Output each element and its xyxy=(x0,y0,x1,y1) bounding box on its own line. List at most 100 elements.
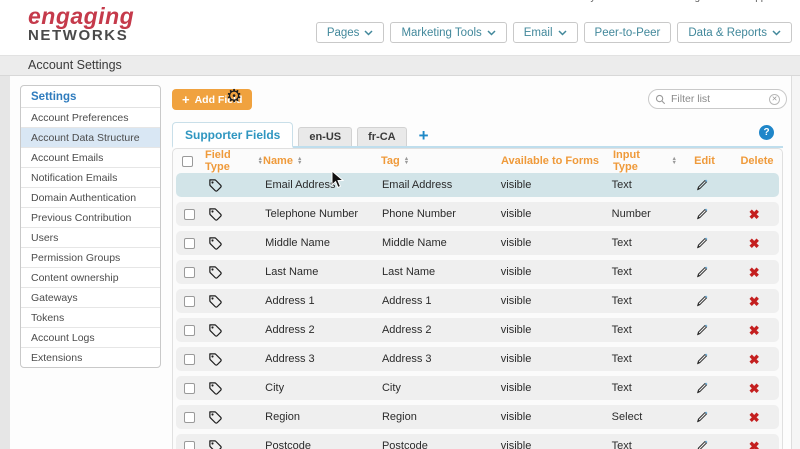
sort-icon[interactable]: ▲▼ xyxy=(404,157,409,166)
tab-fr-ca[interactable]: fr-CA xyxy=(357,127,407,146)
row-checkbox[interactable] xyxy=(184,267,195,278)
sidebar-item-account-logs[interactable]: Account Logs xyxy=(21,328,160,348)
tag-icon xyxy=(208,207,223,222)
delete-x-icon[interactable]: ✖ xyxy=(749,266,760,279)
table-row-city[interactable]: CityCityvisibleText✖ xyxy=(176,376,779,400)
table-row-address-3[interactable]: Address 3Address 3visibleText✖ xyxy=(176,347,779,371)
column-header-input-type[interactable]: Input Type▲▼ xyxy=(613,149,677,173)
logo-link[interactable]: engaging NETWORKS xyxy=(28,3,134,44)
vertical-scrollbar[interactable] xyxy=(791,76,800,449)
row-checkbox[interactable] xyxy=(184,412,195,423)
edit-button[interactable] xyxy=(675,236,729,250)
topbar-link[interactable]: Support xyxy=(743,0,778,3)
sidebar-item-content-ownership[interactable]: Content ownership xyxy=(21,268,160,288)
add-tab-button[interactable]: + xyxy=(419,128,429,144)
topbar-link[interactable]: Job Manager xyxy=(651,0,709,3)
field-name: Region xyxy=(265,411,382,423)
table-row-middle-name[interactable]: Middle NameMiddle NamevisibleText✖ xyxy=(176,231,779,255)
sidebar-item-extensions[interactable]: Extensions xyxy=(21,348,160,367)
sidebar-item-domain-authentication[interactable]: Domain Authentication xyxy=(21,188,160,208)
row-checkbox[interactable] xyxy=(184,238,195,249)
sidebar-item-gateways[interactable]: Gateways xyxy=(21,288,160,308)
tab-en-us[interactable]: en-US xyxy=(298,127,352,146)
delete-x-icon[interactable]: ✖ xyxy=(749,411,760,424)
field-input-type: Text xyxy=(612,382,675,394)
table-row-telephone-number[interactable]: Telephone NumberPhone NumbervisibleNumbe… xyxy=(176,202,779,226)
sidebar-item-tokens[interactable]: Tokens xyxy=(21,308,160,328)
nav-button-marketing-tools[interactable]: Marketing Tools xyxy=(390,22,506,43)
edit-button[interactable] xyxy=(675,439,729,449)
sidebar-item-previous-contribution[interactable]: Previous Contribution xyxy=(21,208,160,228)
edit-button[interactable] xyxy=(675,178,729,192)
delete-x-icon[interactable]: ✖ xyxy=(749,237,760,250)
sidebar-item-account-emails[interactable]: Account Emails xyxy=(21,148,160,168)
edit-button[interactable] xyxy=(675,265,729,279)
field-name: Postcode xyxy=(265,440,382,449)
delete-x-icon[interactable]: ✖ xyxy=(749,295,760,308)
table-row-postcode[interactable]: PostcodePostcodevisibleText✖ xyxy=(176,434,779,449)
tag-icon xyxy=(208,439,223,449)
edit-button[interactable] xyxy=(675,323,729,337)
delete-x-icon[interactable]: ✖ xyxy=(749,353,760,366)
sort-icon[interactable]: ▲▼ xyxy=(297,157,302,166)
row-checkbox[interactable] xyxy=(184,441,195,449)
topbar-link[interactable]: Hello Ryback xyxy=(558,0,617,3)
delete-x-icon[interactable]: ✖ xyxy=(749,208,760,221)
table-row-last-name[interactable]: Last NameLast NamevisibleText✖ xyxy=(176,260,779,284)
field-tag: Last Name xyxy=(382,266,501,278)
nav-button-data-reports[interactable]: Data & Reports xyxy=(677,22,792,43)
nav-button-peer-to-peer[interactable]: Peer-to-Peer xyxy=(584,22,672,43)
column-label: Available to Forms xyxy=(501,155,599,167)
field-tag: City xyxy=(382,382,501,394)
field-name: Email Address xyxy=(265,179,382,191)
table-row-region[interactable]: RegionRegionvisibleSelect✖ xyxy=(176,405,779,429)
edit-button[interactable] xyxy=(675,207,729,221)
clear-filter-icon[interactable]: ✕ xyxy=(769,94,780,105)
sidebar-item-permission-groups[interactable]: Permission Groups xyxy=(21,248,160,268)
tag-icon xyxy=(208,178,223,193)
edit-button[interactable] xyxy=(675,352,729,366)
edit-button[interactable] xyxy=(675,410,729,424)
edit-button[interactable] xyxy=(675,381,729,395)
chevron-down-icon xyxy=(772,30,781,36)
table-row-address-2[interactable]: Address 2Address 2visibleText✖ xyxy=(176,318,779,342)
chevron-down-icon xyxy=(364,30,373,36)
nav-button-pages[interactable]: Pages xyxy=(316,22,385,43)
row-checkbox[interactable] xyxy=(184,296,195,307)
field-input-type: Select xyxy=(612,411,675,423)
delete-x-icon[interactable]: ✖ xyxy=(749,382,760,395)
edit-button[interactable] xyxy=(675,294,729,308)
row-checkbox[interactable] xyxy=(184,354,195,365)
column-header-tag[interactable]: Tag▲▼ xyxy=(381,155,501,167)
sidebar-title: Settings xyxy=(21,86,160,108)
tag-icon xyxy=(208,352,223,367)
column-header-name[interactable]: Name ▲▼ xyxy=(263,155,381,167)
gear-icon[interactable]: ⚙ xyxy=(226,86,242,106)
table-header-row: Field Type▲▼Name▲▼Tag▲▼Available to Form… xyxy=(173,149,782,173)
column-header-field-type[interactable]: Field Type▲▼ xyxy=(201,149,263,173)
filter-input[interactable] xyxy=(671,93,764,105)
table-row-address-1[interactable]: Address 1Address 1visibleText✖ xyxy=(176,289,779,313)
sidebar-item-account-preferences[interactable]: Account Preferences xyxy=(21,108,160,128)
sidebar-item-users[interactable]: Users xyxy=(21,228,160,248)
row-checkbox[interactable] xyxy=(184,383,195,394)
help-icon[interactable]: ? xyxy=(759,125,774,140)
field-available: visible xyxy=(501,440,612,449)
sidebar-item-notification-emails[interactable]: Notification Emails xyxy=(21,168,160,188)
sidebar-item-account-data-structure[interactable]: Account Data Structure xyxy=(21,128,160,148)
edit-pencil-icon xyxy=(695,410,709,424)
field-name: City xyxy=(265,382,382,394)
delete-x-icon[interactable]: ✖ xyxy=(749,324,760,337)
column-header-available-to-forms: Available to Forms xyxy=(501,155,613,167)
column-label: Edit xyxy=(694,155,715,167)
tag-icon xyxy=(208,381,223,396)
nav-button-email[interactable]: Email xyxy=(513,22,578,43)
delete-x-icon[interactable]: ✖ xyxy=(749,440,760,449)
select-all-checkbox[interactable] xyxy=(182,156,193,167)
tab-supporter-fields[interactable]: Supporter Fields xyxy=(172,122,293,148)
column-label: Name xyxy=(263,155,293,167)
row-checkbox[interactable] xyxy=(184,209,195,220)
table-row-email-address[interactable]: Email AddressEmail AddressvisibleText xyxy=(176,173,779,197)
row-checkbox[interactable] xyxy=(184,325,195,336)
edit-pencil-icon xyxy=(695,236,709,250)
